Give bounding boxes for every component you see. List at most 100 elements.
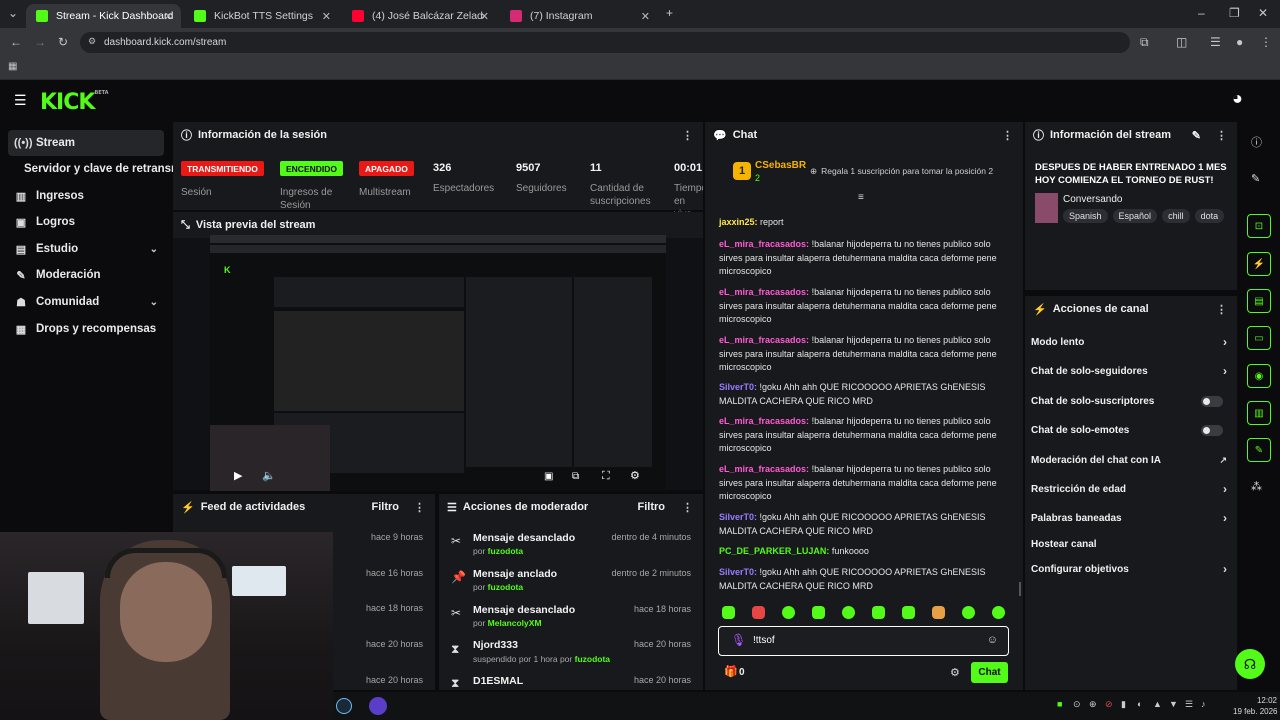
- kebab-menu-icon[interactable]: ⋮: [1002, 129, 1013, 142]
- emote-icon[interactable]: [932, 606, 945, 619]
- chat-username[interactable]: SilverT0:: [719, 567, 757, 577]
- hamburger-menu-icon[interactable]: ☰: [14, 92, 27, 109]
- new-tab-icon[interactable]: +: [666, 6, 673, 20]
- moderator-name[interactable]: MelancolyXM: [488, 618, 542, 628]
- moderator-name[interactable]: fuzodota: [488, 546, 523, 556]
- sidebar-item-server-key[interactable]: Servidor y clave de retransmisión: [18, 156, 178, 182]
- kick-logo[interactable]: KICKBETA: [40, 90, 109, 115]
- edit-pencil-icon[interactable]: ✎: [1192, 129, 1201, 142]
- info-icon[interactable]: ⓘ: [1251, 134, 1262, 150]
- action-host-channel[interactable]: Hostear canal: [1031, 536, 1231, 552]
- sidebar-item-logros[interactable]: ▣ Logros: [8, 209, 164, 235]
- chat-username[interactable]: eL_mira_fracasados:: [719, 287, 809, 297]
- gift-prompt[interactable]: ⊕ Regala 1 suscripción para tomar la pos…: [810, 166, 993, 177]
- pip-icon[interactable]: ⧉: [572, 471, 579, 482]
- menu-kebab-icon[interactable]: ⋮: [1260, 35, 1272, 49]
- community-icon[interactable]: ⁂: [1251, 480, 1262, 493]
- filter-button[interactable]: Filtro: [372, 501, 400, 513]
- tray-icon[interactable]: ⊘: [1105, 699, 1113, 710]
- emoji-icon[interactable]: ☺: [987, 634, 998, 646]
- user-avatar[interactable]: ◕: [1232, 88, 1243, 109]
- back-icon[interactable]: ←: [10, 35, 22, 49]
- kebab-menu-icon[interactable]: ⋮: [1216, 129, 1227, 142]
- clip-icon[interactable]: ⊡: [1247, 214, 1271, 238]
- close-icon[interactable]: ✕: [641, 10, 650, 23]
- chat-username[interactable]: eL_mira_fracasados:: [719, 464, 809, 474]
- tray-icon[interactable]: ◐: [1137, 699, 1142, 709]
- sidebar-item-drops[interactable]: ▦ Drops y recompensas: [8, 316, 164, 342]
- sidebar-item-comunidad[interactable]: ☗ Comunidad ⌄: [8, 289, 164, 315]
- chat-username[interactable]: eL_mira_fracasados:: [719, 416, 809, 426]
- close-icon[interactable]: ✕: [480, 10, 489, 23]
- avatar-icon[interactable]: ●: [1236, 35, 1243, 49]
- kebab-menu-icon[interactable]: ⋮: [1216, 303, 1227, 316]
- gift-box-icon[interactable]: 🎁: [724, 665, 738, 678]
- tray-icon[interactable]: ▮: [1121, 699, 1126, 710]
- action-ai-moderation[interactable]: Moderación del chat con IA ↗: [1031, 452, 1231, 468]
- apps-grid-icon[interactable]: ▦: [8, 61, 17, 72]
- volume-icon[interactable]: ♪: [1201, 699, 1206, 709]
- action-subs-only[interactable]: Chat de solo-suscriptores: [1031, 393, 1231, 409]
- action-age-restriction[interactable]: Restricción de edad ›: [1031, 481, 1231, 497]
- action-banned-words[interactable]: Palabras baneadas ›: [1031, 510, 1231, 526]
- media-icon[interactable]: ☰: [1210, 35, 1221, 49]
- tray-icon[interactable]: ⊕: [1089, 699, 1097, 710]
- tag-chip[interactable]: Español: [1112, 209, 1158, 223]
- scroll-handle-icon[interactable]: ≡: [858, 192, 864, 203]
- emotes-only-toggle[interactable]: [1201, 424, 1223, 436]
- emote-icon[interactable]: [872, 606, 885, 619]
- microphone-icon[interactable]: 🎙: [731, 633, 746, 647]
- clipboard-icon[interactable]: ▤: [1247, 289, 1271, 313]
- chat-settings-icon[interactable]: ⚙: [950, 666, 960, 679]
- moderator-name[interactable]: fuzodota: [575, 654, 610, 664]
- sidebar-item-stream[interactable]: ((•)) Stream: [8, 130, 164, 156]
- category-thumbnail[interactable]: [1035, 193, 1058, 223]
- minimize-icon[interactable]: –: [1198, 6, 1205, 20]
- profile-sync-icon[interactable]: ◫: [1176, 35, 1187, 49]
- tray-icon[interactable]: ▼: [1169, 699, 1178, 709]
- chat-username[interactable]: jaxxin25:: [719, 217, 758, 227]
- volume-icon[interactable]: 🔈: [262, 469, 276, 482]
- filter-button[interactable]: Filtro: [638, 501, 666, 513]
- obs-app-icon[interactable]: [369, 697, 387, 715]
- category-name[interactable]: Conversando: [1063, 194, 1122, 205]
- stream-preview-video[interactable]: K ▶ 🔈 ▣ ⧉ ⛶ ⚙: [210, 235, 666, 491]
- fullscreen-icon[interactable]: ⛶: [602, 470, 610, 483]
- kebab-menu-icon[interactable]: ⋮: [682, 129, 693, 142]
- clock[interactable]: 12:02 19 feb. 2026: [1233, 695, 1277, 717]
- emote-icon[interactable]: [992, 606, 1005, 619]
- browser-tab-1[interactable]: KickBot TTS Settings ✕: [184, 4, 339, 28]
- action-goals[interactable]: Configurar objetivos ›: [1031, 561, 1231, 577]
- chat-username[interactable]: SilverT0:: [719, 382, 757, 392]
- window-close-icon[interactable]: ✕: [1258, 6, 1268, 20]
- restore-icon[interactable]: ❐: [1229, 6, 1240, 20]
- chat-send-button[interactable]: Chat: [971, 662, 1008, 683]
- chat-username[interactable]: PC_DE_PARKER_LUJAN:: [719, 546, 829, 556]
- tray-icon[interactable]: ⊙: [1073, 699, 1081, 710]
- sidebar-item-moderacion[interactable]: ✎ Moderación: [8, 262, 164, 288]
- kebab-menu-icon[interactable]: ⋮: [414, 501, 425, 514]
- settings-gear-icon[interactable]: ⚙: [630, 469, 640, 482]
- emote-icon[interactable]: [812, 606, 825, 619]
- scrollbar[interactable]: [1019, 582, 1021, 596]
- emote-icon[interactable]: [962, 606, 975, 619]
- reload-icon[interactable]: ↻: [58, 35, 68, 49]
- wifi-icon[interactable]: ☰: [1185, 699, 1193, 710]
- edit-pencil-icon[interactable]: ✎: [1251, 172, 1260, 185]
- chat-input[interactable]: 🎙 !ttsof ☺: [718, 626, 1009, 656]
- support-headset-icon[interactable]: ☊: [1235, 649, 1265, 679]
- play-icon[interactable]: ▶: [234, 469, 242, 482]
- broadcast-icon[interactable]: ◉: [1247, 364, 1271, 388]
- wrench-icon[interactable]: ✎: [1247, 438, 1271, 462]
- tab-search-icon[interactable]: ⌄: [8, 6, 18, 20]
- close-icon[interactable]: ✕: [322, 10, 331, 23]
- action-emotes-only[interactable]: Chat de solo-emotes: [1031, 422, 1231, 438]
- site-info-icon[interactable]: ⚙: [88, 36, 96, 47]
- browser-tab-0[interactable]: Stream - Kick Dashboard ✕: [26, 4, 181, 28]
- forward-icon[interactable]: →: [34, 35, 46, 49]
- steam-icon[interactable]: [336, 698, 352, 714]
- emote-icon[interactable]: [782, 606, 795, 619]
- emote-icon[interactable]: [842, 606, 855, 619]
- top-supporter-name[interactable]: CSebasBR: [755, 160, 806, 171]
- extensions-icon[interactable]: ⧉: [1140, 35, 1149, 50]
